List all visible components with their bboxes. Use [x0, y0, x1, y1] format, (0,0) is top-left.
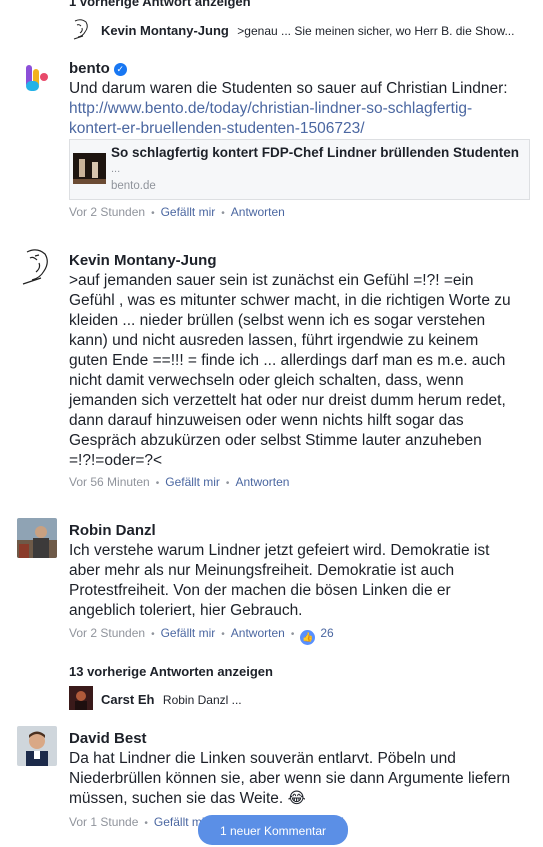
- kevin-comment-body: >auf jemanden sauer sein ist zunächst ei…: [69, 271, 539, 471]
- carst-small-avatar[interactable]: [69, 686, 93, 710]
- comment-line: guten Ende ==!!! = finde ich ... allerdi…: [69, 352, 506, 369]
- bento-meta-row: Vor 2 Stunden • Gefällt mir • Antworten: [69, 205, 285, 219]
- robin-avatar[interactable]: [17, 518, 57, 558]
- robin-reply-button[interactable]: Antworten: [231, 626, 285, 640]
- link-preview-card[interactable]: So schlagfertig kontert FDP-Chef Lindner…: [69, 139, 530, 200]
- link-preview-domain: bento.de: [111, 180, 156, 192]
- comment-line: müssen, suchen sie das Weite. 😂: [69, 790, 306, 807]
- comment-line: nicht damit verwechseln oder gleich scha…: [69, 372, 464, 389]
- comment-line: Da hat Lindner die Linken souverän entla…: [69, 750, 456, 767]
- robin-meta-row: Vor 2 Stunden • Gefällt mir • Antworten • 👍 26: [69, 626, 334, 645]
- kevin-small-avatar[interactable]: [69, 17, 93, 41]
- robin-previous-replies-link[interactable]: 13 vorherige Antworten anzeigen: [69, 664, 273, 679]
- comment-line: Ich verstehe warum Lindner jetzt gefeier…: [69, 542, 490, 559]
- kevin-avatar[interactable]: [17, 246, 57, 286]
- sketch-face-icon: [69, 17, 93, 41]
- link-preview-ellipsis: ...: [111, 163, 121, 175]
- robin-comment-body: Ich verstehe warum Lindner jetzt gefeier…: [69, 541, 539, 621]
- comment-line: kann) und nicht ausreden lassen, führt i…: [69, 332, 479, 349]
- robin-like-count[interactable]: 26: [320, 626, 333, 640]
- comment-line: =!?!=oder=?<: [69, 452, 163, 469]
- bento-timestamp[interactable]: Vor 2 Stunden: [69, 205, 145, 219]
- bento-logo-icon: [17, 59, 57, 99]
- profile-photo: [17, 518, 57, 558]
- bento-link-line2[interactable]: kontert-er-bruellenden-studenten-1506723…: [69, 119, 365, 139]
- top-previous-replies-link[interactable]: 1 vorherige Antwort anzeigen: [69, 0, 251, 9]
- comment-line: angeblich toleriert, hier Gebrauch.: [69, 602, 303, 619]
- david-meta-row: Vor 1 Stunde • Gefällt mir: [69, 815, 209, 829]
- comment-line: jemanden sich verzettelt hat oder nur dr…: [69, 392, 506, 409]
- comment-line: Protestfreiheit. Von der machen die böse…: [69, 582, 451, 599]
- comment-line: Gespräch abzukürzen oder selbst Stimme l…: [69, 432, 482, 449]
- bento-post-text: Und darum waren die Studenten so sauer a…: [69, 80, 508, 97]
- bento-reply-button[interactable]: Antworten: [231, 205, 285, 219]
- new-comment-pill[interactable]: 1 neuer Kommentar: [198, 815, 348, 845]
- david-avatar[interactable]: [17, 726, 57, 766]
- carst-snippet: Robin Danzl ...: [162, 693, 242, 707]
- thumbs-up-icon: 👍: [300, 630, 316, 645]
- david-comment-body: Da hat Lindner die Linken souverän entla…: [69, 749, 539, 809]
- comment-line: Gefühl , was es mitunter schwer macht, i…: [69, 292, 511, 309]
- robin-author[interactable]: Robin Danzl: [69, 522, 156, 539]
- comment-line: >auf jemanden sauer sein ist zunächst ei…: [69, 272, 474, 289]
- comment-line: kleiden ... nieder brüllen (selbst wenn …: [69, 312, 486, 329]
- profile-photo: [69, 686, 93, 710]
- profile-photo: [17, 726, 57, 766]
- kevin-meta-row: Vor 56 Minuten • Gefällt mir • Antworten: [69, 475, 290, 489]
- kevin-timestamp[interactable]: Vor 56 Minuten: [69, 475, 150, 489]
- bento-link-line1[interactable]: http://www.bento.de/today/christian-lind…: [69, 99, 472, 119]
- bento-like-button[interactable]: Gefällt mir: [161, 205, 216, 219]
- kevin-author[interactable]: Kevin Montany-Jung: [69, 252, 217, 269]
- bento-author[interactable]: bento: [69, 60, 110, 77]
- comment-line: aber mehr als nur Meinungsfreiheit. Demo…: [69, 562, 455, 579]
- carst-author[interactable]: Carst Eh: [101, 692, 154, 707]
- david-author[interactable]: David Best: [69, 730, 147, 747]
- david-timestamp[interactable]: Vor 1 Stunde: [69, 815, 138, 829]
- top-reply-snippet: >genau ... Sie meinen sicher, wo Herr B.…: [237, 24, 515, 38]
- bento-avatar[interactable]: [17, 59, 57, 99]
- top-reply-row[interactable]: Kevin Montany-Jung >genau ... Sie meinen…: [101, 22, 514, 40]
- verified-badge-icon: ✓: [113, 63, 127, 76]
- thumbnail-image: [73, 153, 106, 184]
- link-preview-thumbnail: [73, 153, 106, 184]
- robin-like-button[interactable]: Gefällt mir: [161, 626, 216, 640]
- carst-reply-row[interactable]: Carst Eh Robin Danzl ...: [101, 691, 242, 709]
- comment-line: dann darauf hinzuweisen oder wenn nichts…: [69, 412, 464, 429]
- link-preview-title[interactable]: So schlagfertig kontert FDP-Chef Lindner…: [111, 145, 519, 160]
- robin-timestamp[interactable]: Vor 2 Stunden: [69, 626, 145, 640]
- comment-line: Niederbrüllen können sie, aber wenn sie …: [69, 770, 511, 787]
- sketch-face-icon: [17, 246, 57, 286]
- kevin-reply-button[interactable]: Antworten: [235, 475, 289, 489]
- top-reply-author[interactable]: Kevin Montany-Jung: [101, 23, 229, 38]
- kevin-like-button[interactable]: Gefällt mir: [165, 475, 220, 489]
